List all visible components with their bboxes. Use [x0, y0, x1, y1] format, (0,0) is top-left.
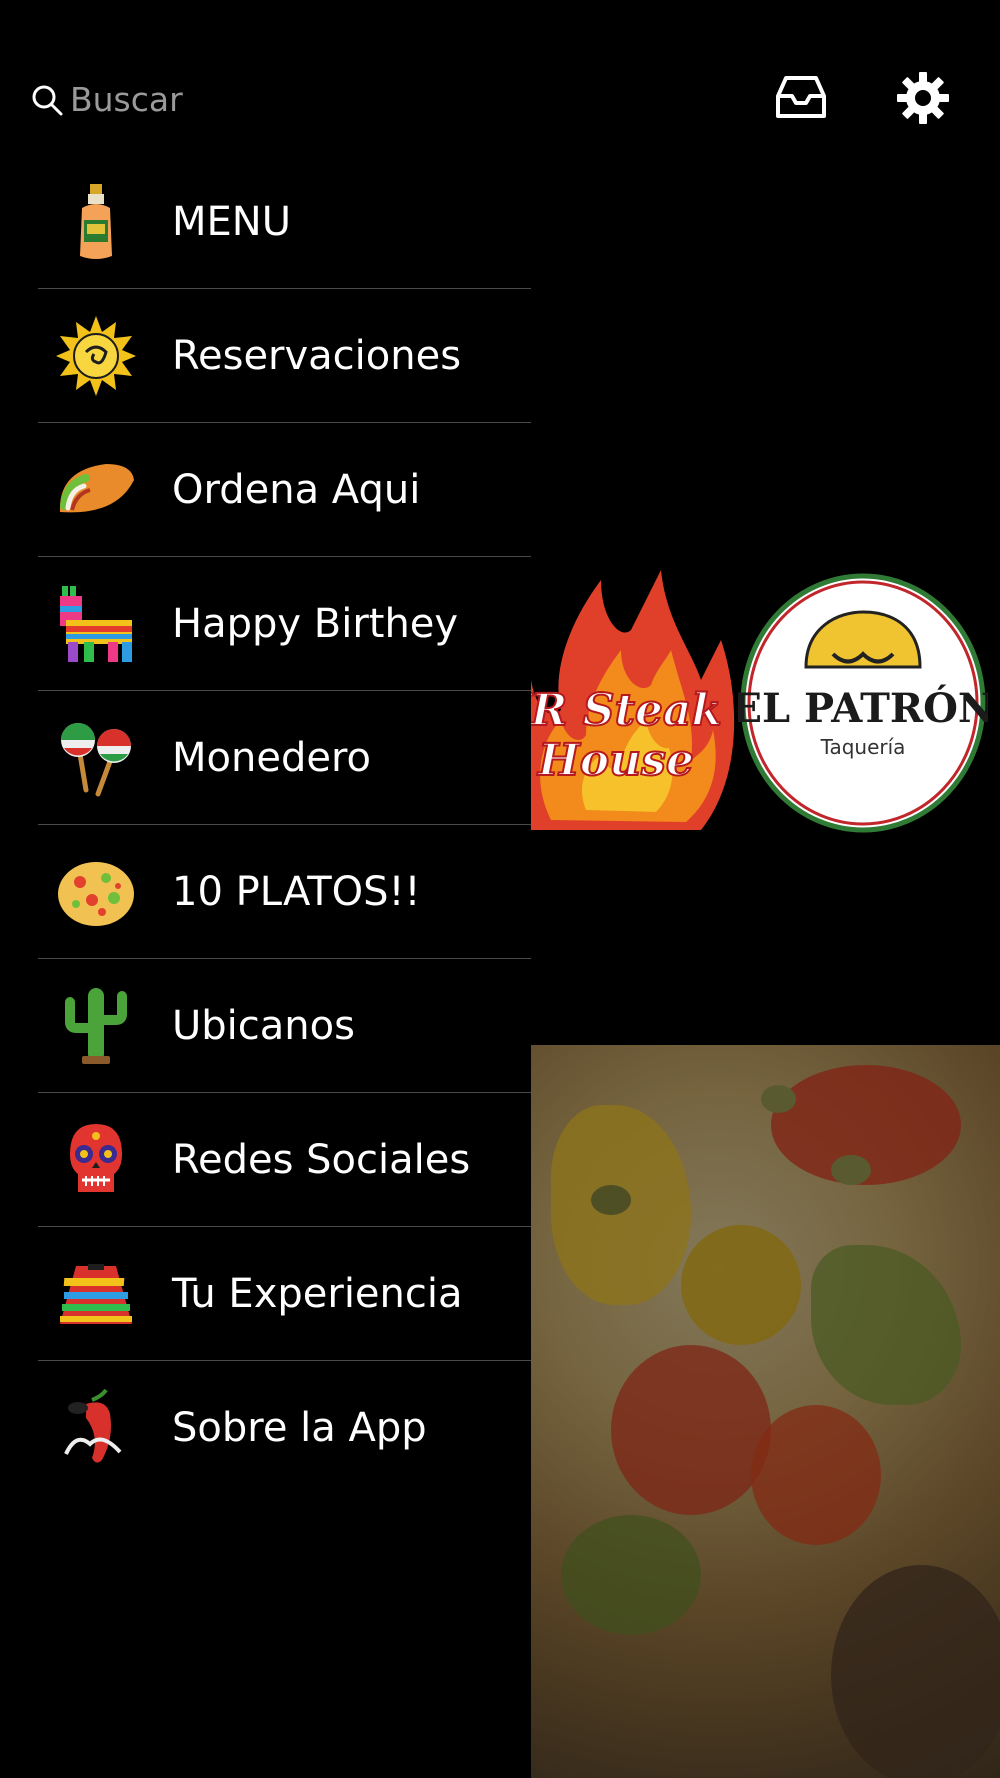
navigation-drawer: Buscar MENU Reservaciones Ordena Aqui Ha… [0, 0, 949, 1778]
menu-item-tu-experiencia[interactable]: Tu Experiencia [38, 1227, 531, 1361]
pizza-photo [531, 1045, 1000, 1778]
brand-logos: JR Steak House EL PATRÓN Taquería [502, 560, 1000, 850]
menu-item-happy-birthey[interactable]: Happy Birthey [38, 557, 531, 691]
menu-item-ordena-aqui[interactable]: Ordena Aqui [38, 423, 531, 557]
pinata-icon [56, 584, 136, 664]
sun-icon [56, 315, 136, 396]
menu-item-label: MENU [172, 198, 291, 245]
menu-item-label: Monedero [172, 734, 371, 781]
nachos-plate-icon [56, 852, 136, 932]
sugar-skull-icon [56, 1120, 136, 1200]
menu-item-redes-sociales[interactable]: Redes Sociales [38, 1093, 531, 1227]
menu-item-monedero[interactable]: Monedero [38, 691, 531, 825]
taco-icon [56, 450, 136, 530]
steak-logo-text-2: House [536, 735, 694, 786]
steak-logo-text-1: JR Steak [503, 685, 722, 736]
search-placeholder[interactable]: Buscar [70, 80, 183, 119]
patron-logo-title: EL PATRÓN [738, 685, 988, 732]
menu-list: MENU Reservaciones Ordena Aqui Happy Bir… [38, 155, 531, 1495]
maracas-icon [56, 718, 136, 798]
cactus-icon [56, 986, 136, 1066]
menu-item-label: Happy Birthey [172, 600, 459, 647]
menu-item-label: Tu Experiencia [172, 1270, 463, 1317]
menu-item-reservaciones[interactable]: Reservaciones [38, 289, 531, 423]
menu-item-label: Reservaciones [172, 332, 462, 379]
menu-item-label: Redes Sociales [172, 1136, 471, 1183]
menu-item-label: Ubicanos [172, 1002, 355, 1049]
inbox-icon[interactable] [772, 72, 830, 122]
search-bar[interactable]: Buscar [30, 80, 183, 119]
chili-pepper-icon [56, 1388, 136, 1468]
patron-logo-subtitle: Taquería [820, 735, 906, 759]
poncho-icon [56, 1254, 136, 1334]
el-patron-logo: EL PATRÓN Taquería [738, 573, 988, 833]
search-icon [32, 85, 63, 115]
menu-item-sobre-la-app[interactable]: Sobre la App [38, 1361, 531, 1495]
settings-icon[interactable] [897, 72, 949, 124]
menu-item-ubicanos[interactable]: Ubicanos [38, 959, 531, 1093]
menu-item-10-platos[interactable]: 10 PLATOS!! [38, 825, 531, 959]
menu-item-label: 10 PLATOS!! [172, 868, 421, 915]
menu-item-label: Ordena Aqui [172, 466, 421, 513]
menu-item-menu[interactable]: MENU [38, 155, 531, 289]
tequila-bottle-icon [56, 182, 136, 262]
menu-item-label: Sobre la App [172, 1405, 427, 1451]
